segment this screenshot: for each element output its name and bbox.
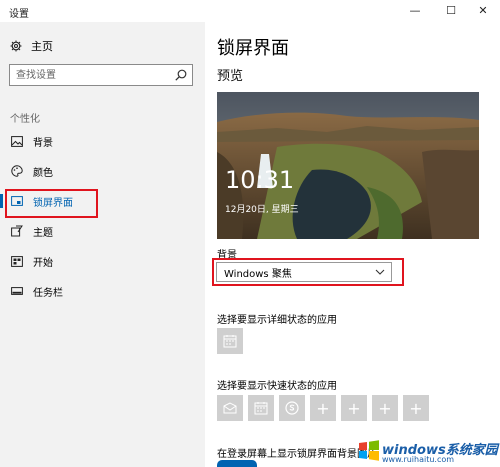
add-app-tile[interactable]: + [310,395,336,421]
home-label: 主页 [31,40,53,53]
start-icon [10,254,24,268]
window-title: 设置 [9,9,29,20]
add-app-tile[interactable]: + [372,395,398,421]
add-app-tile[interactable]: + [403,395,429,421]
minimize-button[interactable]: — [398,0,432,20]
sidebar-item-label: 颜色 [33,167,53,179]
detailed-status-label: 选择要显示详细状态的应用 [217,315,337,326]
theme-icon [10,224,24,238]
palette-icon [10,164,24,178]
taskbar-icon [10,284,24,298]
search-box [9,64,193,86]
skype-icon [285,401,299,415]
quick-status-label: 选择要显示快速状态的应用 [217,381,337,392]
search-input[interactable] [10,65,170,85]
mail-tile[interactable] [217,395,243,421]
add-app-tile[interactable]: + [341,395,367,421]
section-heading: 个性化 [10,114,40,125]
sidebar-item-background[interactable]: 背景 [0,126,205,156]
calendar-tile[interactable] [217,328,243,354]
sidebar-item-taskbar[interactable]: 任务栏 [0,276,205,306]
close-button[interactable]: ✕ [466,0,500,20]
signin-background-label: 在登录屏幕上显示锁屏界面背景图片 [217,449,377,460]
preview-time: 10:31 [225,166,295,194]
calendar-tile[interactable] [248,395,274,421]
skype-tile[interactable] [279,395,305,421]
page-title: 锁屏界面 [217,38,289,59]
mail-icon [223,402,237,414]
home-nav-item[interactable]: 主页 [10,38,53,54]
active-indicator [0,194,3,208]
sidebar-item-colors[interactable]: 颜色 [0,156,205,186]
calendar-icon [254,402,268,415]
preview-heading: 预览 [217,69,244,84]
image-icon [10,134,24,148]
highlight-box [5,189,98,218]
sidebar-item-label: 背景 [33,137,53,149]
sidebar-item-label: 开始 [33,257,53,269]
highlight-box [212,258,404,286]
sidebar-item-start[interactable]: 开始 [0,246,205,276]
search-icon[interactable] [174,68,188,82]
sidebar-item-themes[interactable]: 主题 [0,216,205,246]
gear-icon [10,40,22,52]
sidebar: 主页 个性化 背景 颜色 锁屏界面 主题 [0,22,205,467]
windows-logo-icon [359,440,379,461]
title-bar: 设置 — ☐ ✕ [0,0,500,22]
signin-background-toggle[interactable] [217,460,257,467]
lock-screen-preview: 10:31 12月20日, 星期三 [217,92,479,239]
sidebar-item-label: 任务栏 [33,287,63,299]
sidebar-item-label: 主题 [33,227,53,239]
watermark: windows系统家园 www.ruihaitu.com [358,434,500,467]
main-content: 锁屏界面 预览 10:31 12月20日, 星期三 背景 Windows 聚焦 … [205,22,500,467]
preview-date: 12月20日, 星期三 [225,205,299,215]
calendar-icon [223,335,237,348]
watermark-url: www.ruihaitu.com [382,455,455,464]
maximize-button[interactable]: ☐ [434,0,468,20]
